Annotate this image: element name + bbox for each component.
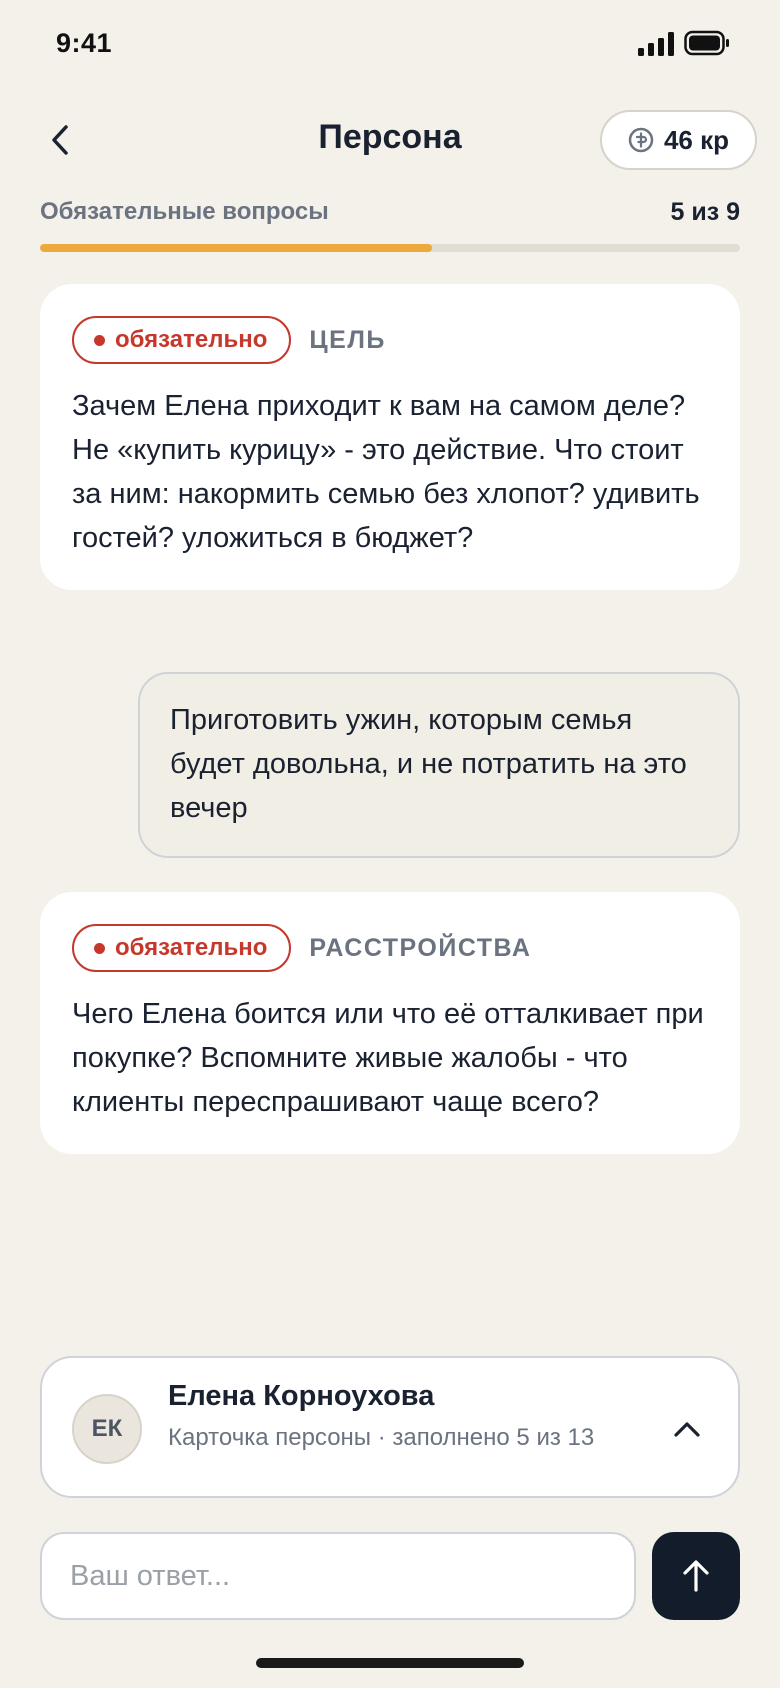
progress-count: 5 из 9 <box>670 198 741 226</box>
battery-icon <box>684 30 729 56</box>
required-badge: обязательно <box>72 924 292 972</box>
required-badge-label: обязательно <box>115 326 268 353</box>
required-badge-label: обязательно <box>115 934 268 961</box>
arrow-up-icon <box>683 1560 709 1592</box>
send-button[interactable] <box>652 1532 740 1620</box>
question-text: Чего Елена боится или что её отталкивает… <box>72 998 704 1118</box>
progress-label: Обязательные вопросы <box>40 198 329 225</box>
chevron-left-icon <box>52 125 68 155</box>
answer-bubble: Приготовить ужин, которым семья будет до… <box>138 672 740 858</box>
progress-fill <box>40 244 432 252</box>
app-screen: 9:41 Персона 46 кр Обязательные вопросы … <box>0 0 780 1688</box>
coin-icon <box>628 127 654 153</box>
persona-subtitle: Карточка персоны · заполнено 5 из 13 <box>168 1424 595 1451</box>
persona-name: Елена Корноухова <box>168 1380 435 1412</box>
question-category: ЦЕЛЬ <box>309 325 386 354</box>
credits-button[interactable]: 46 кр <box>600 110 757 170</box>
signal-icon <box>638 32 674 56</box>
question-card: обязательно ЦЕЛЬ Зачем Елена приходит к … <box>40 284 740 590</box>
credits-label: 46 кр <box>663 124 730 155</box>
dot-icon <box>94 942 105 954</box>
persona-card[interactable]: ЕК Елена Корноухова Карточка персоны · з… <box>40 1356 740 1498</box>
status-time: 9:41 <box>56 28 113 58</box>
chevron-up-icon[interactable] <box>670 1412 704 1446</box>
back-button[interactable] <box>40 116 80 164</box>
answer-input[interactable] <box>40 1532 636 1620</box>
question-category: РАССТРОЙСТВА <box>309 933 532 962</box>
avatar: ЕК <box>72 1394 142 1464</box>
question-text: Зачем Елена приходит к вам на самом деле… <box>72 390 700 554</box>
required-badge: обязательно <box>72 316 292 364</box>
question-card: обязательно РАССТРОЙСТВА Чего Елена боит… <box>40 892 740 1154</box>
dot-icon <box>94 334 105 346</box>
home-indicator <box>256 1658 524 1668</box>
progress-bar <box>40 244 740 252</box>
